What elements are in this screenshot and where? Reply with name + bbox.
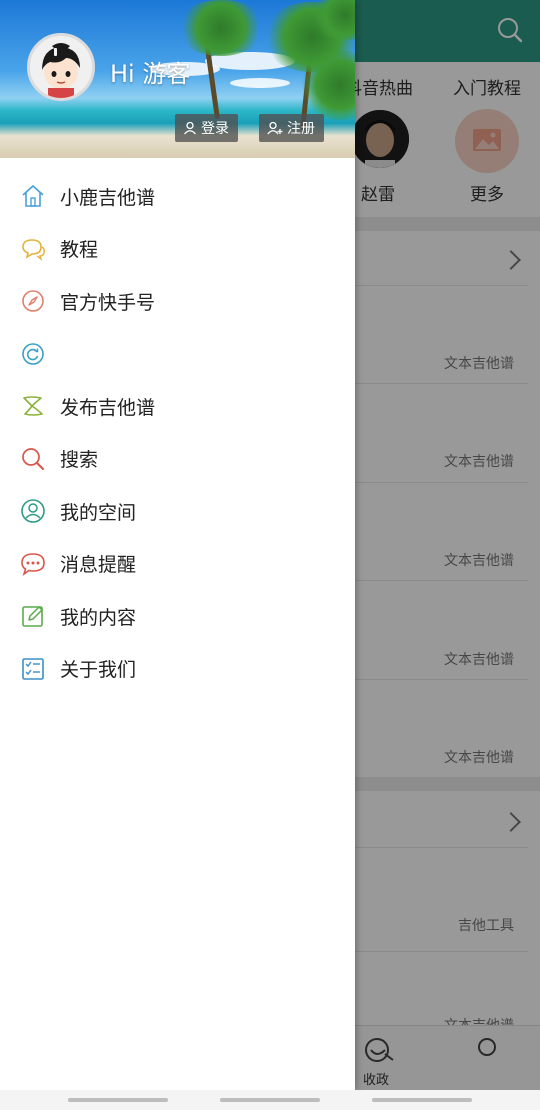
menu-item-label: 教程 — [60, 239, 99, 262]
menu-item-label: 小鹿吉他谱 — [60, 186, 156, 209]
navigation-drawer: Hi 游客 登录 注册 小鹿吉他谱 教程 官方快手号 发布吉他谱 搜索 我的空间… — [0, 0, 355, 1090]
menu-item-kuaishou[interactable]: 官方快手号 — [0, 275, 355, 328]
nav-home-gesture[interactable] — [220, 1098, 320, 1102]
publish-icon — [23, 396, 43, 417]
drawer-menu: 小鹿吉他谱 教程 官方快手号 发布吉他谱 搜索 我的空间 消息提醒 我的内容 关… — [0, 170, 355, 695]
screen: 抖音热曲 入门教程 赵雷 更多 文本吉他谱 文本吉他谱 文本吉他谱 文本吉他谱 … — [0, 0, 540, 1110]
menu-item-refresh[interactable] — [0, 328, 355, 381]
login-button[interactable]: 登录 — [175, 114, 238, 142]
menu-item-label: 官方快手号 — [60, 291, 156, 314]
menu-item-label: 消息提醒 — [60, 554, 137, 577]
login-label: 登录 — [201, 121, 229, 137]
menu-item-label: 搜索 — [60, 449, 99, 472]
menu-item-messages[interactable]: 消息提醒 — [0, 538, 355, 591]
greeting-text: Hi 游客 — [110, 60, 191, 88]
home-icon — [22, 185, 44, 208]
menu-item-my-space[interactable]: 我的空间 — [0, 485, 355, 538]
menu-item-publish[interactable]: 发布吉他谱 — [0, 380, 355, 433]
cloud-decoration — [230, 78, 290, 88]
menu-item-label: 我的内容 — [60, 606, 137, 629]
register-button[interactable]: 注册 — [259, 114, 324, 142]
refresh-icon — [22, 342, 44, 365]
menu-item-search[interactable]: 搜索 — [0, 433, 355, 486]
palm-tree-decoration — [176, 0, 266, 56]
menu-item-my-content[interactable]: 我的内容 — [0, 590, 355, 643]
system-nav-bar — [0, 1090, 540, 1110]
menu-item-label: 发布吉他谱 — [60, 396, 156, 419]
search-icon — [22, 447, 44, 470]
message-icon — [21, 552, 45, 576]
menu-item-home[interactable]: 小鹿吉他谱 — [0, 170, 355, 223]
compass-icon — [22, 290, 44, 313]
edit-icon — [22, 606, 43, 628]
nav-back-gesture[interactable] — [68, 1098, 168, 1102]
user-icon — [21, 499, 45, 524]
menu-item-about[interactable]: 关于我们 — [0, 643, 355, 696]
menu-item-tutorial[interactable]: 教程 — [0, 223, 355, 276]
user-outline-icon — [184, 121, 196, 135]
nav-recents-gesture[interactable] — [372, 1098, 472, 1102]
register-label: 注册 — [287, 121, 315, 137]
menu-item-label: 关于我们 — [60, 659, 137, 682]
add-user-icon — [267, 121, 283, 135]
drawer-header: Hi 游客 登录 注册 — [0, 0, 355, 158]
cartoon-avatar-icon — [42, 43, 80, 98]
menu-item-label: 我的空间 — [60, 501, 137, 524]
checklist-icon — [22, 657, 44, 680]
avatar[interactable] — [27, 33, 95, 101]
chat-bubble-icon — [22, 238, 45, 261]
